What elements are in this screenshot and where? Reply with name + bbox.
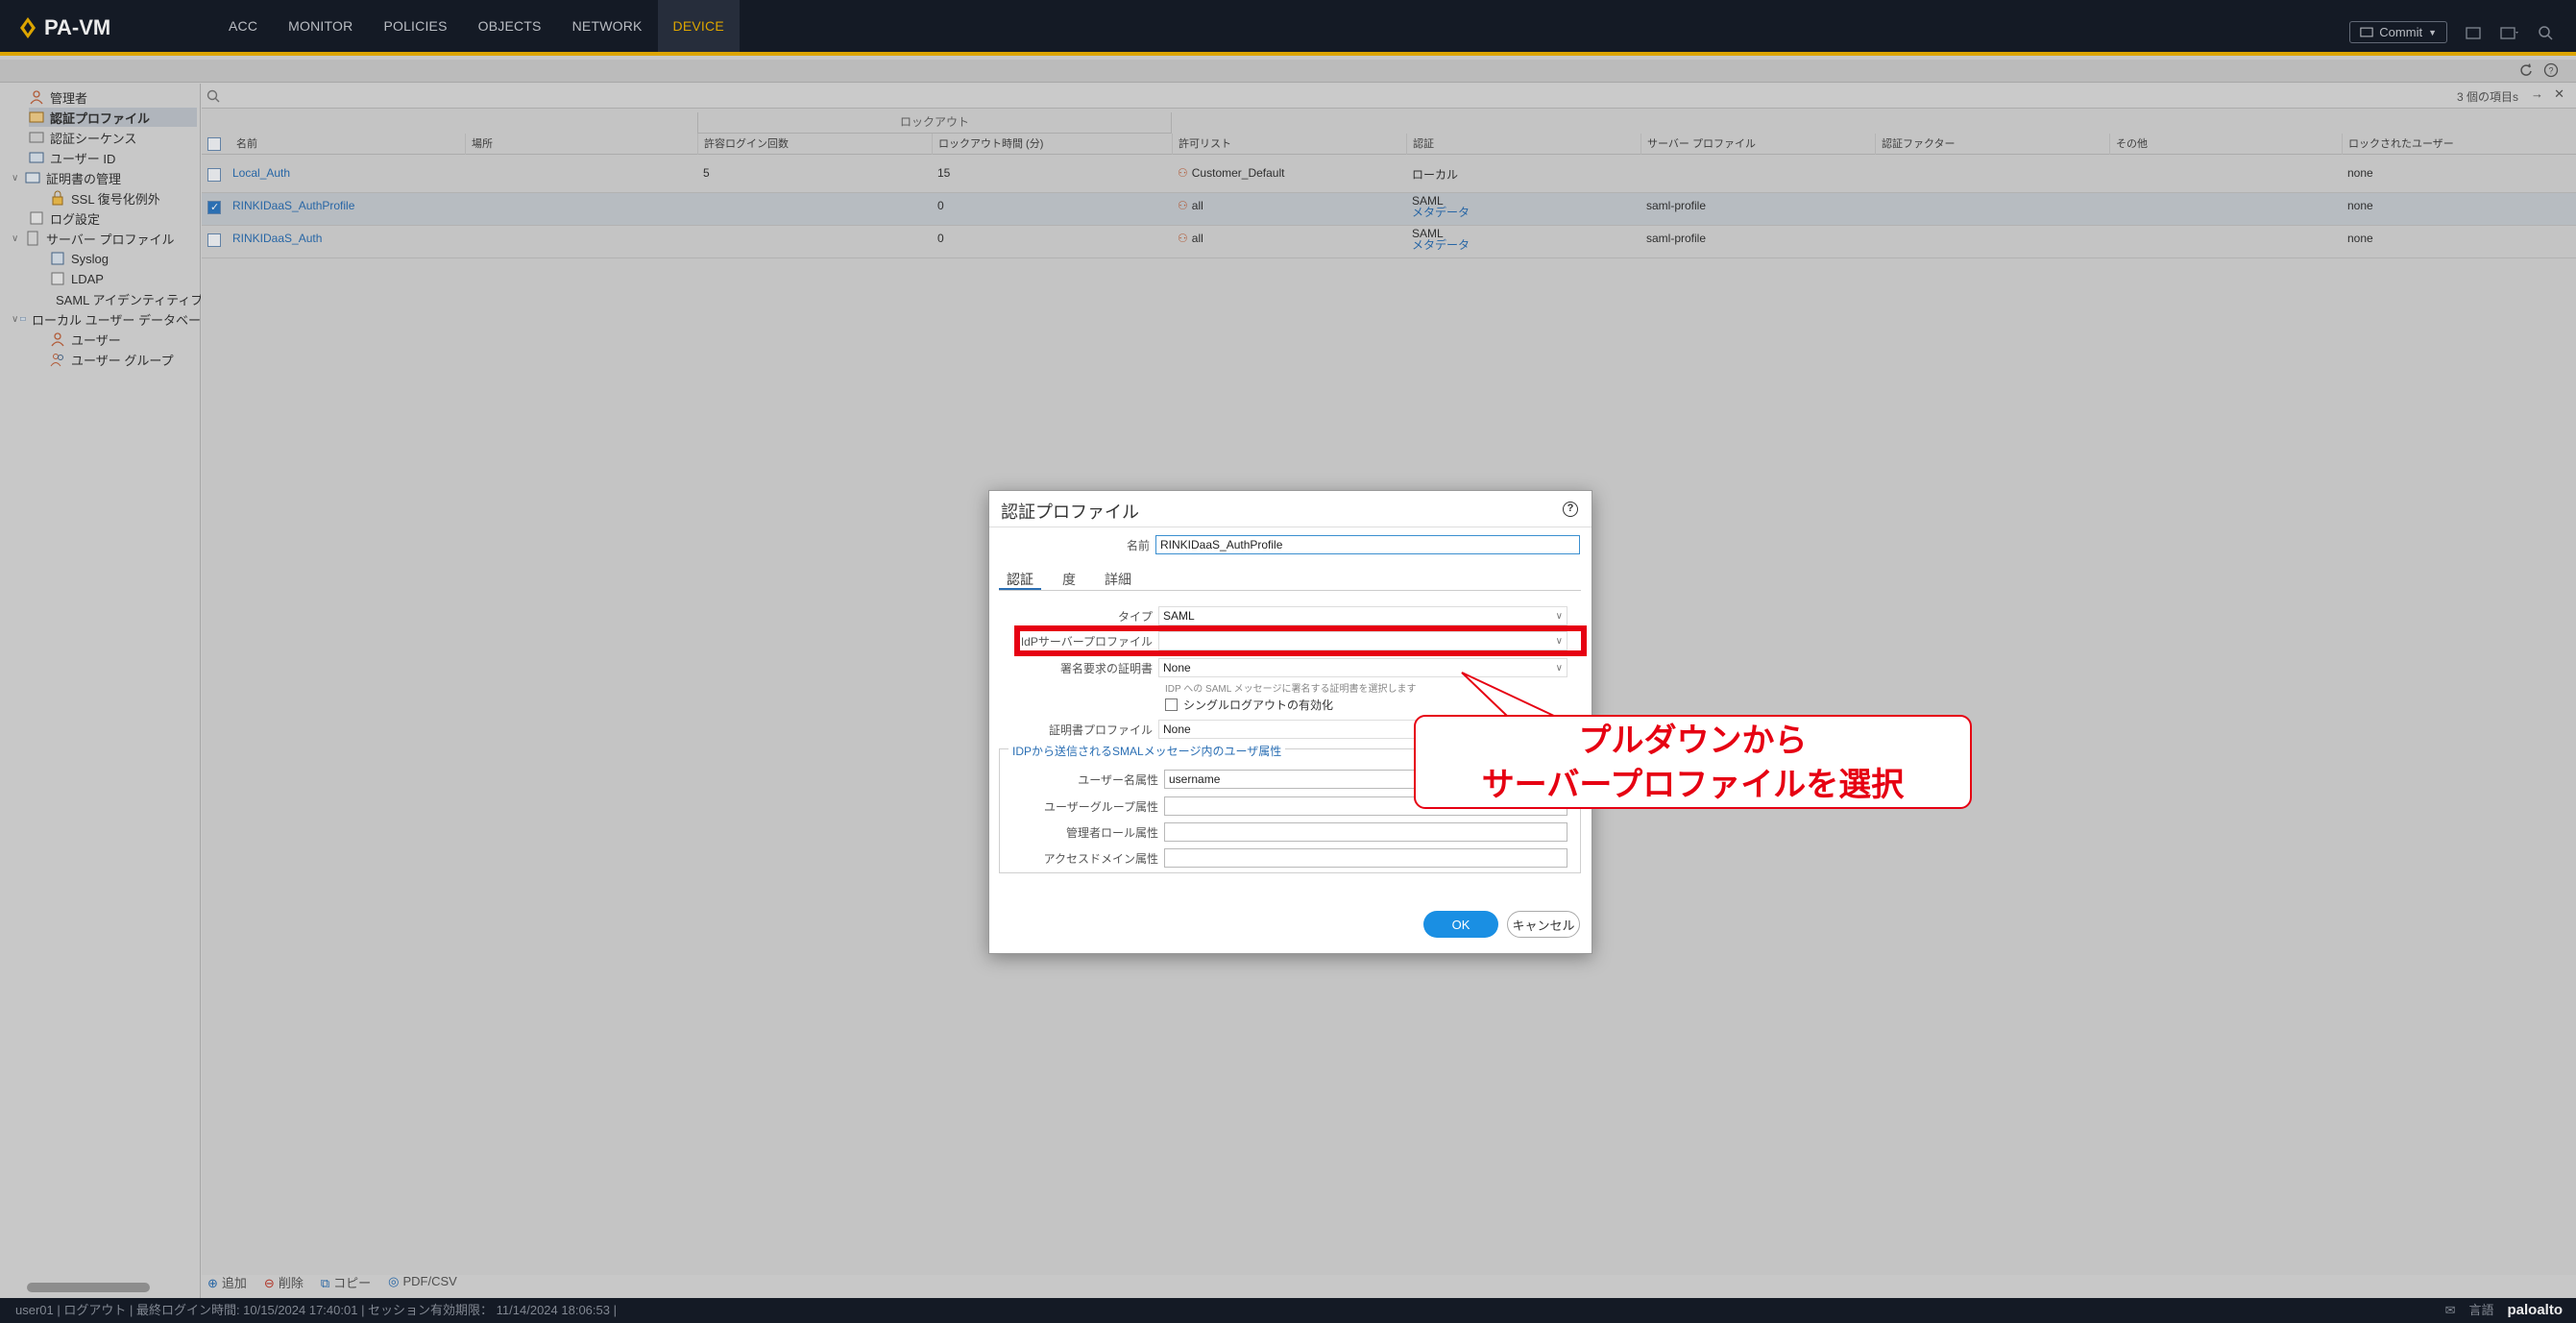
tab-advanced[interactable]: 詳細 xyxy=(1097,566,1139,590)
dialog-tabs: 認証 度 詳細 xyxy=(999,566,1581,591)
sign-cert-value: None xyxy=(1163,661,1191,674)
idp-highlight-box xyxy=(1014,625,1587,656)
chevron-down-icon: ∨ xyxy=(1555,610,1563,622)
cert-profile-value: None xyxy=(1163,723,1191,736)
accessdomain-attr-input[interactable] xyxy=(1164,848,1567,868)
usergroup-attr-label: ユーザーグループ属性 xyxy=(1043,799,1158,814)
dialog-title: 認証プロファイル xyxy=(1001,502,1139,522)
accessdomain-attr-label: アクセスドメイン属性 xyxy=(1043,851,1158,866)
sign-cert-hint: IDP への SAML メッセージに署名する証明書を選択します xyxy=(1165,684,1417,695)
name-input[interactable]: RINKIDaaS_AuthProfile xyxy=(1155,535,1580,554)
tab-auth[interactable]: 認証 xyxy=(999,566,1041,590)
adminrole-attr-row: 管理者ロール属性 xyxy=(999,822,1567,842)
type-select[interactable]: SAML ∨ xyxy=(1158,606,1567,625)
adminrole-attr-input[interactable] xyxy=(1164,822,1567,842)
slo-checkbox[interactable] xyxy=(1165,698,1178,711)
type-value: SAML xyxy=(1163,609,1195,623)
callout-tail-icon xyxy=(1461,672,1558,721)
adminrole-attr-label: 管理者ロール属性 xyxy=(1065,825,1158,840)
type-label: タイプ xyxy=(1117,609,1153,624)
annotation-callout: プルダウンから サーバープロファイルを選択 xyxy=(1414,715,1972,809)
username-attr-label: ユーザー名属性 xyxy=(1078,772,1158,787)
name-row: 名前 RINKIDaaS_AuthProfile xyxy=(999,535,1580,554)
slo-label: シングルログアウトの有効化 xyxy=(1183,698,1334,712)
sign-cert-label: 署名要求の証明書 xyxy=(1059,661,1153,675)
ok-button[interactable]: OK xyxy=(1423,911,1498,938)
tab-factors[interactable]: 度 xyxy=(1055,566,1083,590)
type-row: タイプ SAML ∨ xyxy=(999,606,1567,625)
user-attributes-title: IDPから送信されるSMALメッセージ内のユーザ属性 xyxy=(1009,743,1286,759)
cert-profile-label: 証明書プロファイル xyxy=(1048,723,1153,737)
annotation-line1: プルダウンから xyxy=(1578,723,1808,759)
name-label: 名前 xyxy=(1126,538,1150,552)
accessdomain-attr-row: アクセスドメイン属性 xyxy=(999,848,1567,868)
help-icon[interactable]: ? xyxy=(1563,502,1578,517)
annotation-line2: サーバープロファイルを選択 xyxy=(1481,767,1905,803)
dialog-header: 認証プロファイル ? xyxy=(989,491,1592,527)
cancel-button[interactable]: キャンセル xyxy=(1507,911,1580,938)
slo-row: シングルログアウトの有効化 xyxy=(1165,697,1333,713)
